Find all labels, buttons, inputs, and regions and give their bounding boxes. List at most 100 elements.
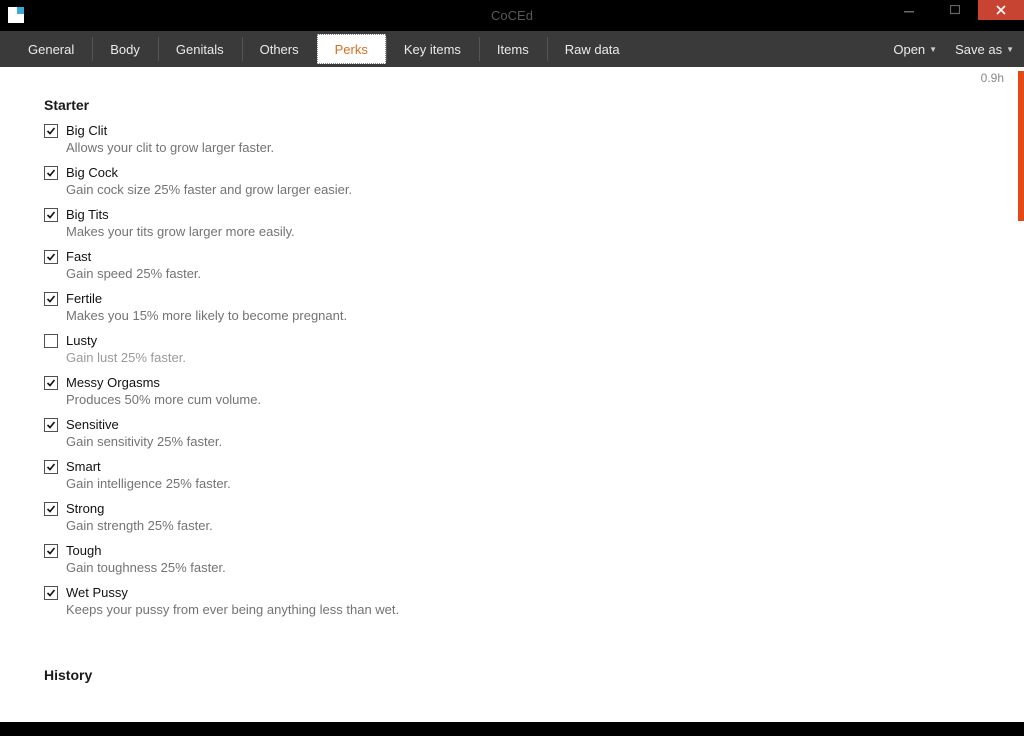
titlebar[interactable]: CoCEd <box>0 0 1024 30</box>
section-title: History <box>44 667 1004 683</box>
perk-head: Tough <box>44 543 1004 558</box>
tab-general[interactable]: General <box>10 31 92 67</box>
app-window: CoCEd General Body Genitals Others Perks Key … <box>0 0 1024 736</box>
perk-description: Gain cock size 25% faster and grow large… <box>66 182 1004 197</box>
perk-head: Fertile <box>44 291 1004 306</box>
app-icon <box>8 7 24 23</box>
perk-head: Wet Pussy <box>44 585 1004 600</box>
perk-head: Strong <box>44 501 1004 516</box>
perk-head: Lusty <box>44 333 1004 348</box>
perk-item: Messy Orgasms Produces 50% more cum volum… <box>44 375 1004 407</box>
perk-description: Makes you 15% more likely to become preg… <box>66 308 1004 323</box>
perk-name: Big Cock <box>66 165 118 180</box>
tab-label: Raw data <box>565 42 620 57</box>
content-area: 0.9h Starter Big Clit Allows your clit to … <box>0 67 1024 722</box>
tab-label: General <box>28 42 74 57</box>
perk-head: Big Cock <box>44 165 1004 180</box>
perk-checkbox[interactable] <box>44 376 58 390</box>
version-label: 0.9h <box>981 71 1004 85</box>
perk-name: Fast <box>66 249 91 264</box>
tab-raw-data[interactable]: Raw data <box>547 31 638 67</box>
perk-checkbox[interactable] <box>44 292 58 306</box>
perk-head: Smart <box>44 459 1004 474</box>
perk-item: Tough Gain toughness 25% faster. <box>44 543 1004 575</box>
perk-description: Gain sensitivity 25% faster. <box>66 434 1004 449</box>
perk-name: Wet Pussy <box>66 585 128 600</box>
chevron-down-icon: ▼ <box>1006 45 1014 54</box>
perk-checkbox[interactable] <box>44 208 58 222</box>
perk-head: Big Clit <box>44 123 1004 138</box>
tab-label: Genitals <box>176 42 224 57</box>
tab-items[interactable]: Items <box>479 31 547 67</box>
tab-label: Others <box>260 42 299 57</box>
perk-name: Big Tits <box>66 207 109 222</box>
perk-name: Sensitive <box>66 417 119 432</box>
save-as-menu[interactable]: Save as ▼ <box>955 42 1014 57</box>
perk-item: Smart Gain intelligence 25% faster. <box>44 459 1004 491</box>
perk-item: Fertile Makes you 15% more likely to beco… <box>44 291 1004 323</box>
perk-name: Big Clit <box>66 123 107 138</box>
open-label: Open <box>893 42 925 57</box>
perk-item: Big Tits Makes your tits grow larger more… <box>44 207 1004 239</box>
open-menu[interactable]: Open ▼ <box>893 42 937 57</box>
tab-label: Items <box>497 42 529 57</box>
perk-description: Gain strength 25% faster. <box>66 518 1004 533</box>
perk-name: Strong <box>66 501 104 516</box>
tab-key-items[interactable]: Key items <box>386 31 479 67</box>
toolbar-actions: Open ▼ Save as ▼ <box>893 31 1024 67</box>
perk-head: Messy Orgasms <box>44 375 1004 390</box>
tab-body[interactable]: Body <box>92 31 158 67</box>
perk-description: Gain toughness 25% faster. <box>66 560 1004 575</box>
perk-item: Strong Gain strength 25% faster. <box>44 501 1004 533</box>
perk-description: Makes your tits grow larger more easily. <box>66 224 1004 239</box>
tab-others[interactable]: Others <box>242 31 317 67</box>
save-as-label: Save as <box>955 42 1002 57</box>
perk-checkbox[interactable] <box>44 586 58 600</box>
perk-description: Gain intelligence 25% faster. <box>66 476 1004 491</box>
main-toolbar: General Body Genitals Others Perks Key items I… <box>0 30 1024 67</box>
perk-head: Fast <box>44 249 1004 264</box>
tab-strip: General Body Genitals Others Perks Key items I… <box>10 31 638 67</box>
perk-name: Smart <box>66 459 101 474</box>
perks-panel: Starter Big Clit Allows your clit to grow … <box>0 67 1024 722</box>
minimize-button[interactable] <box>886 0 932 20</box>
scrollbar-thumb[interactable] <box>1018 71 1024 221</box>
close-button[interactable] <box>978 0 1024 20</box>
perk-checkbox[interactable] <box>44 460 58 474</box>
perk-item: Big Clit Allows your clit to grow larger … <box>44 123 1004 155</box>
perk-checkbox[interactable] <box>44 544 58 558</box>
perk-name: Tough <box>66 543 101 558</box>
perk-description: Gain lust 25% faster. <box>66 350 1004 365</box>
perk-item: Big Cock Gain cock size 25% faster and gr… <box>44 165 1004 197</box>
chevron-down-icon: ▼ <box>929 45 937 54</box>
tab-label: Body <box>110 42 140 57</box>
perk-description: Keeps your pussy from ever being anythin… <box>66 602 1004 617</box>
perk-checkbox[interactable] <box>44 124 58 138</box>
perk-item: Sensitive Gain sensitivity 25% faster. <box>44 417 1004 449</box>
tab-perks[interactable]: Perks <box>317 34 386 64</box>
perk-item: Fast Gain speed 25% faster. <box>44 249 1004 281</box>
perk-description: Gain speed 25% faster. <box>66 266 1004 281</box>
perk-checkbox[interactable] <box>44 334 58 348</box>
perk-checkbox[interactable] <box>44 502 58 516</box>
perk-head: Sensitive <box>44 417 1004 432</box>
perk-name: Lusty <box>66 333 97 348</box>
section-title: Starter <box>44 97 1004 113</box>
tab-label: Perks <box>335 42 368 57</box>
perk-name: Fertile <box>66 291 102 306</box>
tab-label: Key items <box>404 42 461 57</box>
maximize-button[interactable] <box>932 0 978 20</box>
perk-description: Allows your clit to grow larger faster. <box>66 140 1004 155</box>
perk-checkbox[interactable] <box>44 418 58 432</box>
tab-genitals[interactable]: Genitals <box>158 31 242 67</box>
window-title: CoCEd <box>491 8 533 23</box>
perk-item: Wet Pussy Keeps your pussy from ever bein… <box>44 585 1004 617</box>
perk-checkbox[interactable] <box>44 166 58 180</box>
perk-description: Produces 50% more cum volume. <box>66 392 1004 407</box>
perk-name: Messy Orgasms <box>66 375 160 390</box>
perk-item: Lusty Gain lust 25% faster. <box>44 333 1004 365</box>
bottom-frame <box>0 722 1024 736</box>
perk-checkbox[interactable] <box>44 250 58 264</box>
perk-head: Big Tits <box>44 207 1004 222</box>
window-controls <box>886 0 1024 20</box>
